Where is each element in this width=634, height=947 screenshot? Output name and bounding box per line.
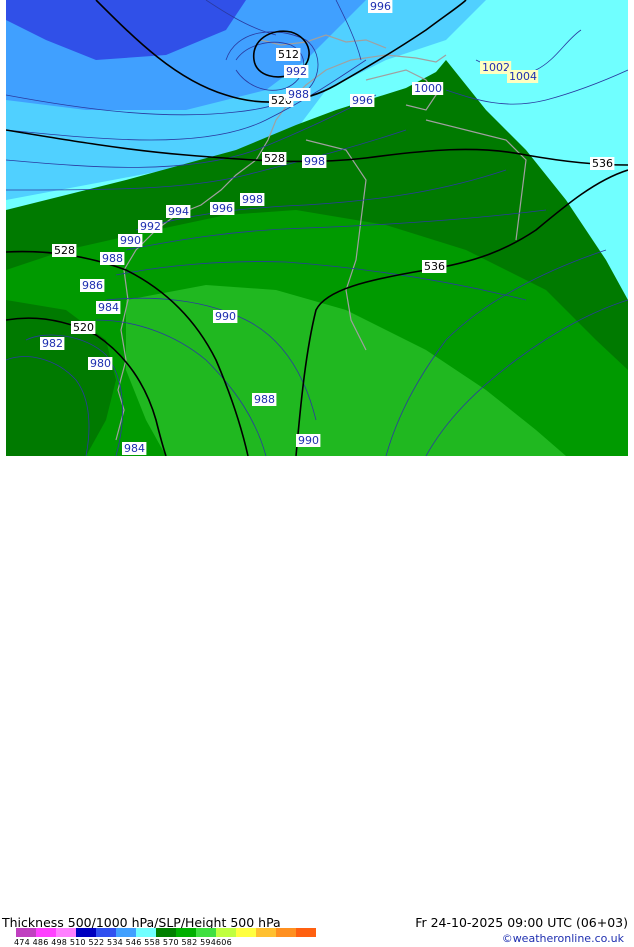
isobar-label: 1002 — [480, 61, 512, 74]
svg-text:994: 994 — [168, 205, 189, 218]
credit-link[interactable]: ©weatheronline.co.uk — [502, 932, 624, 945]
map-datetime: Fr 24-10-2025 09:00 UTC (06+03) — [415, 915, 628, 930]
isobar-label: 980 — [88, 357, 113, 370]
legend-swatch — [196, 928, 216, 937]
isobar-label: 996 — [368, 0, 393, 13]
svg-text:984: 984 — [124, 442, 145, 455]
legend-swatch — [16, 928, 36, 937]
isobar-label: 992 — [284, 65, 309, 78]
height-label: 536 — [590, 157, 615, 170]
height-label: 520 — [71, 321, 96, 334]
isobar-label: 996 — [350, 94, 375, 107]
footer: Thickness 500/1000 hPa/SLP/Height 500 hP… — [0, 456, 634, 947]
isobar-label: 1000 — [412, 82, 444, 95]
weather-map: 512520528528520536536996992988 1000996100… — [6, 0, 628, 456]
svg-text:988: 988 — [254, 393, 275, 406]
svg-text:982: 982 — [42, 337, 63, 350]
svg-text:528: 528 — [54, 244, 75, 257]
svg-text:520: 520 — [73, 321, 94, 334]
legend-swatch — [256, 928, 276, 937]
isobar-label: 998 — [302, 155, 327, 168]
legend-tick-labels: 474 486 498 510 522 534 546 558 570 582 … — [14, 938, 232, 947]
isobar-label: 988 — [286, 88, 311, 101]
isobar-label: 992 — [138, 220, 163, 233]
legend-swatch — [96, 928, 116, 937]
isobar-label: 996 — [210, 202, 235, 215]
svg-text:536: 536 — [424, 260, 445, 273]
isobar-label: 1004 — [507, 70, 539, 83]
isobar-label: 982 — [40, 337, 65, 350]
svg-text:1002: 1002 — [482, 61, 510, 74]
isobar-label: 984 — [96, 301, 121, 314]
legend-swatch — [76, 928, 96, 937]
svg-text:992: 992 — [140, 220, 161, 233]
legend-swatch — [176, 928, 196, 937]
svg-text:996: 996 — [370, 0, 391, 13]
svg-text:988: 988 — [288, 88, 309, 101]
svg-text:988: 988 — [102, 252, 123, 265]
svg-text:984: 984 — [98, 301, 119, 314]
svg-text:1004: 1004 — [509, 70, 537, 83]
isobar-label: 984 — [122, 442, 147, 455]
svg-text:528: 528 — [264, 152, 285, 165]
svg-text:512: 512 — [278, 48, 299, 61]
height-label: 528 — [52, 244, 77, 257]
svg-text:536: 536 — [592, 157, 613, 170]
legend-swatch — [216, 928, 236, 937]
legend-swatch — [36, 928, 56, 937]
legend-swatch — [136, 928, 156, 937]
legend-swatch — [56, 928, 76, 937]
legend-swatch — [116, 928, 136, 937]
svg-text:980: 980 — [90, 357, 111, 370]
isobar-label: 990 — [213, 310, 238, 323]
isobar-label: 986 — [80, 279, 105, 292]
svg-text:996: 996 — [212, 202, 233, 215]
isobar-label: 994 — [166, 205, 191, 218]
svg-text:990: 990 — [120, 234, 141, 247]
height-label: 528 — [262, 152, 287, 165]
isobar-label: 990 — [296, 434, 321, 447]
svg-text:986: 986 — [82, 279, 103, 292]
svg-text:1000: 1000 — [414, 82, 442, 95]
height-label: 512 — [276, 48, 301, 61]
svg-text:990: 990 — [298, 434, 319, 447]
legend-swatch — [236, 928, 256, 937]
legend-swatch — [156, 928, 176, 937]
svg-text:998: 998 — [304, 155, 325, 168]
isobar-label: 988 — [100, 252, 125, 265]
isobar-label: 990 — [118, 234, 143, 247]
isobar-label: 998 — [240, 193, 265, 206]
isobar-label: 988 — [252, 393, 277, 406]
height-label: 536 — [422, 260, 447, 273]
svg-text:996: 996 — [352, 94, 373, 107]
svg-text:990: 990 — [215, 310, 236, 323]
svg-text:998: 998 — [242, 193, 263, 206]
svg-text:992: 992 — [286, 65, 307, 78]
legend-swatch — [276, 928, 296, 937]
legend-swatch — [296, 928, 316, 937]
